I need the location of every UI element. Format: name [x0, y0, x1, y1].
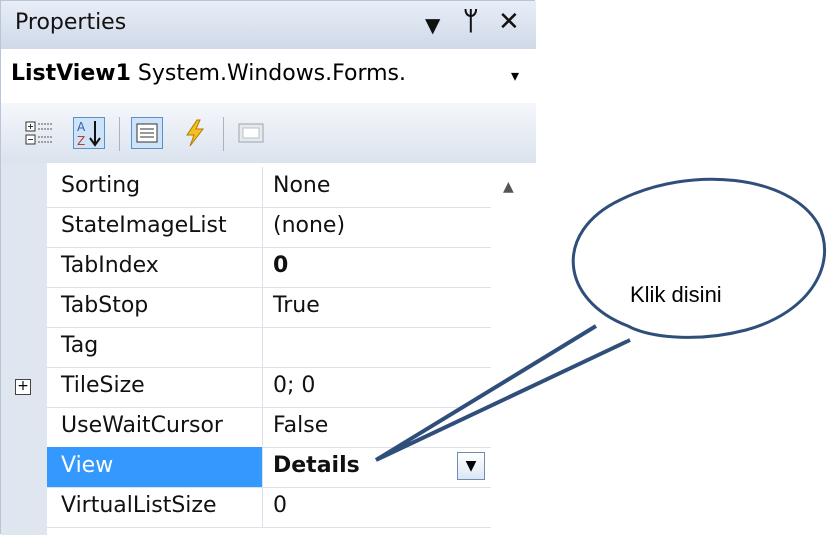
callout-pointer: [374, 324, 631, 462]
callout-bubble: [571, 177, 827, 339]
callout-graphic: [374, 177, 827, 462]
callout-text: Klik disini: [630, 282, 722, 307]
